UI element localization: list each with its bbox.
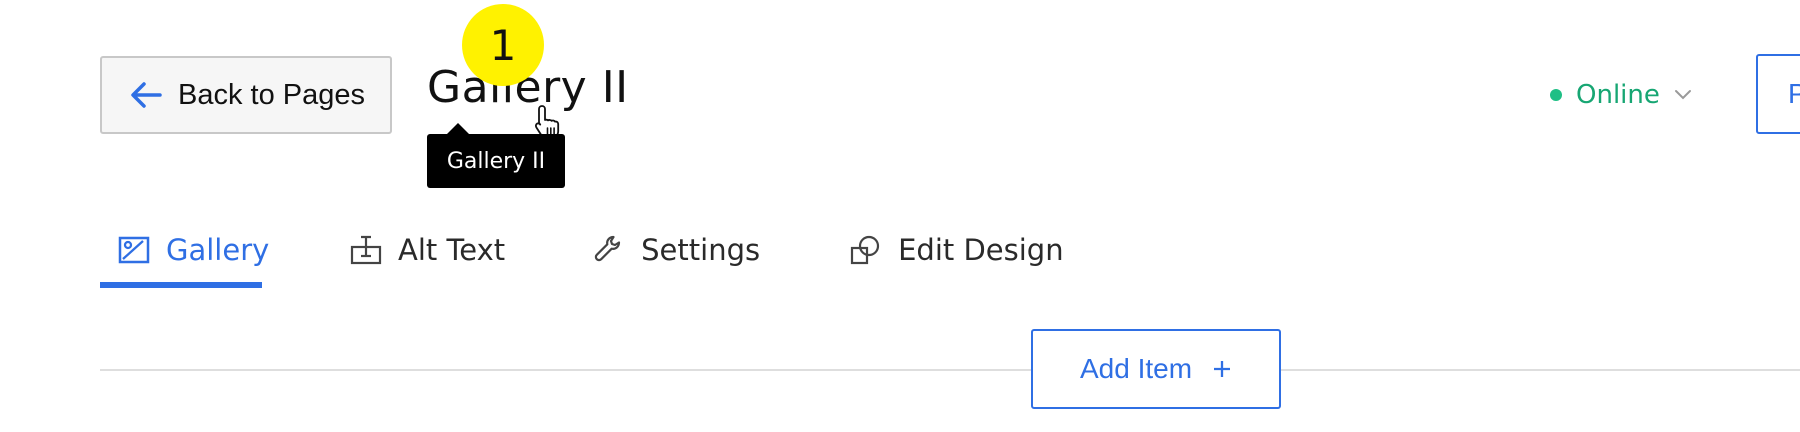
tab-edit-design[interactable]: Edit Design [850, 222, 1064, 278]
arrow-left-icon [131, 82, 162, 108]
add-item-label: Add Item [1079, 353, 1193, 384]
step-badge: 1 [462, 4, 544, 86]
status-label: Online [1576, 80, 1660, 110]
tab-bar: Gallery Alt Text Settings Edit Design [100, 222, 1064, 288]
tab-gallery[interactable]: Gallery [100, 222, 269, 288]
add-item-button[interactable]: Add Item [1031, 329, 1281, 409]
tab-edit-design-label: Edit Design [898, 233, 1064, 267]
back-to-pages-label: Back to Pages [178, 78, 365, 111]
divider [100, 369, 1800, 371]
plus-icon [1214, 361, 1231, 377]
tab-gallery-label: Gallery [166, 233, 270, 267]
tab-settings[interactable]: Settings [593, 222, 760, 278]
back-to-pages-button[interactable]: Back to Pages [100, 56, 392, 134]
text-cursor-icon [350, 235, 382, 265]
shapes-icon [850, 235, 880, 265]
chevron-down-icon [1674, 90, 1691, 100]
page: Back to Pages Gallery II 1 Gallery II On… [0, 0, 1800, 432]
title-tooltip: Gallery II [427, 123, 565, 188]
image-icon [118, 236, 150, 264]
publish-button[interactable]: P [1756, 54, 1800, 134]
tab-alt-text[interactable]: Alt Text [350, 222, 505, 278]
status-dot [1550, 89, 1562, 101]
status-dropdown[interactable]: Online [1550, 74, 1692, 116]
tab-alt-text-label: Alt Text [398, 233, 506, 267]
wrench-icon [594, 235, 621, 262]
tab-settings-label: Settings [641, 233, 761, 267]
